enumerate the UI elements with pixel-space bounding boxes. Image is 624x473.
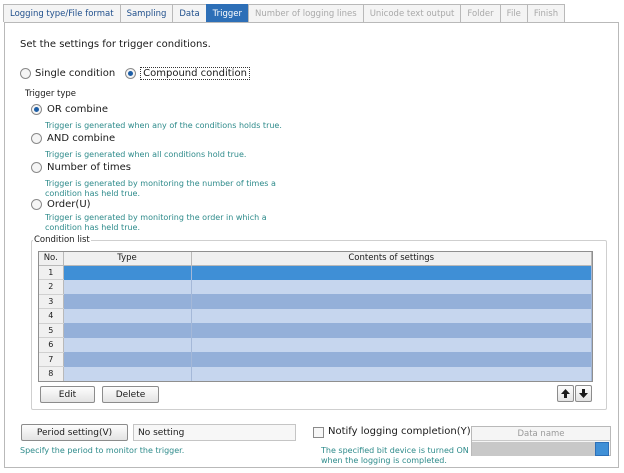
or-combine-label: OR combine [47, 104, 108, 115]
or-combine-desc: Trigger is generated when any of the con… [45, 121, 282, 130]
number-of-times-option[interactable]: Number of times [31, 162, 131, 173]
compound-condition-option[interactable]: Compound condition [125, 67, 250, 80]
table-row[interactable]: 3 [39, 294, 592, 309]
tab-number-of-logging-lines: Number of logging lines [247, 4, 364, 22]
table-row[interactable]: 7 [39, 352, 592, 367]
type-cell[interactable] [63, 352, 192, 367]
table-row[interactable]: 6 [39, 337, 592, 353]
table-row[interactable]: 5 [39, 323, 592, 338]
row-number: 8 [39, 366, 64, 381]
contents-cell[interactable] [191, 323, 592, 338]
row-number: 3 [39, 294, 64, 309]
single-condition-option[interactable]: Single condition [20, 68, 115, 79]
tab-data[interactable]: Data [172, 4, 207, 22]
period-setting-desc: Specify the period to monitor the trigge… [20, 446, 185, 455]
contents-cell[interactable] [191, 308, 592, 323]
tab-logging-type[interactable]: Logging type/File format [3, 4, 121, 22]
or-combine-option[interactable]: OR combine [31, 104, 108, 115]
period-setting-value: No setting [133, 424, 296, 441]
single-condition-label: Single condition [35, 68, 116, 79]
type-cell[interactable] [63, 265, 192, 280]
tab-folder: Folder [460, 4, 501, 22]
browse-icon[interactable] [595, 442, 609, 456]
single-condition-radio[interactable] [20, 68, 31, 79]
arrow-up-icon [561, 389, 570, 398]
compound-condition-radio[interactable] [125, 68, 137, 79]
contents-cell[interactable] [191, 337, 592, 352]
condition-mode-group: Single condition Compound condition [20, 67, 250, 80]
move-up-button[interactable] [557, 385, 574, 402]
table-row[interactable]: 8 [39, 366, 592, 381]
column-header-type: Type [63, 252, 192, 266]
type-cell[interactable] [63, 294, 192, 309]
row-number: 7 [39, 352, 64, 367]
delete-button[interactable]: Delete [102, 386, 159, 403]
data-name-label: Data name [472, 427, 610, 441]
notify-completion-checkbox[interactable] [313, 427, 324, 438]
and-combine-label: AND combine [47, 133, 116, 144]
condition-table: No. Type Contents of settings 1 2 3 4 5 … [38, 251, 593, 382]
number-of-times-desc: Trigger is generated by monitoring the n… [45, 179, 276, 198]
period-setting-button[interactable]: Period setting(V) [21, 424, 128, 441]
data-name-field[interactable] [472, 442, 596, 456]
row-number: 6 [39, 337, 64, 353]
move-down-button[interactable] [575, 385, 592, 402]
type-cell[interactable] [63, 279, 192, 294]
and-combine-desc: Trigger is generated when all conditions… [45, 150, 247, 159]
order-label: Order(U) [47, 199, 91, 210]
edit-button[interactable]: Edit [40, 386, 95, 403]
column-header-contents: Contents of settings [191, 252, 592, 266]
number-of-times-radio[interactable] [31, 162, 42, 173]
row-number: 2 [39, 279, 64, 295]
contents-cell[interactable] [191, 265, 592, 280]
order-option[interactable]: Order(U) [31, 199, 91, 210]
compound-condition-label: Compound condition [140, 67, 250, 80]
order-radio[interactable] [31, 199, 42, 210]
tab-unicode-text-output: Unicode text output [362, 4, 462, 22]
or-combine-radio[interactable] [31, 104, 42, 115]
column-header-no: No. [39, 252, 64, 266]
tab-strip: Logging type/File format Sampling Data T… [3, 4, 566, 22]
tab-sampling[interactable]: Sampling [119, 4, 174, 22]
type-cell[interactable] [63, 323, 192, 338]
tab-finish: Finish [526, 4, 566, 22]
type-cell[interactable] [63, 308, 192, 323]
row-number: 4 [39, 308, 64, 324]
contents-cell[interactable] [191, 366, 592, 381]
notify-desc-line2: when the logging is completed. [321, 456, 447, 465]
tab-file: File [499, 4, 528, 22]
condition-list-label: Condition list [33, 235, 91, 245]
type-cell[interactable] [63, 366, 192, 381]
contents-cell[interactable] [191, 352, 592, 367]
and-combine-radio[interactable] [31, 133, 42, 144]
table-row[interactable]: 2 [39, 279, 592, 295]
page-heading: Set the settings for trigger conditions. [20, 39, 211, 50]
trigger-type-group-label: Trigger type [24, 89, 78, 99]
row-number: 5 [39, 323, 64, 338]
contents-cell[interactable] [191, 279, 592, 294]
notify-desc-line1: The specified bit device is turned ON [321, 446, 469, 455]
contents-cell[interactable] [191, 294, 592, 309]
tab-trigger[interactable]: Trigger [205, 4, 249, 22]
data-name-box: Data name [471, 426, 611, 456]
notify-completion-label[interactable]: Notify logging completion(Y) [328, 426, 471, 437]
type-cell[interactable] [63, 337, 192, 352]
and-combine-option[interactable]: AND combine [31, 133, 115, 144]
arrow-down-icon [579, 389, 588, 398]
table-row[interactable]: 1 [39, 265, 592, 280]
number-of-times-label: Number of times [47, 162, 131, 173]
row-number: 1 [39, 265, 64, 280]
table-row[interactable]: 4 [39, 308, 592, 324]
order-desc: Trigger is generated by monitoring the o… [45, 213, 267, 232]
